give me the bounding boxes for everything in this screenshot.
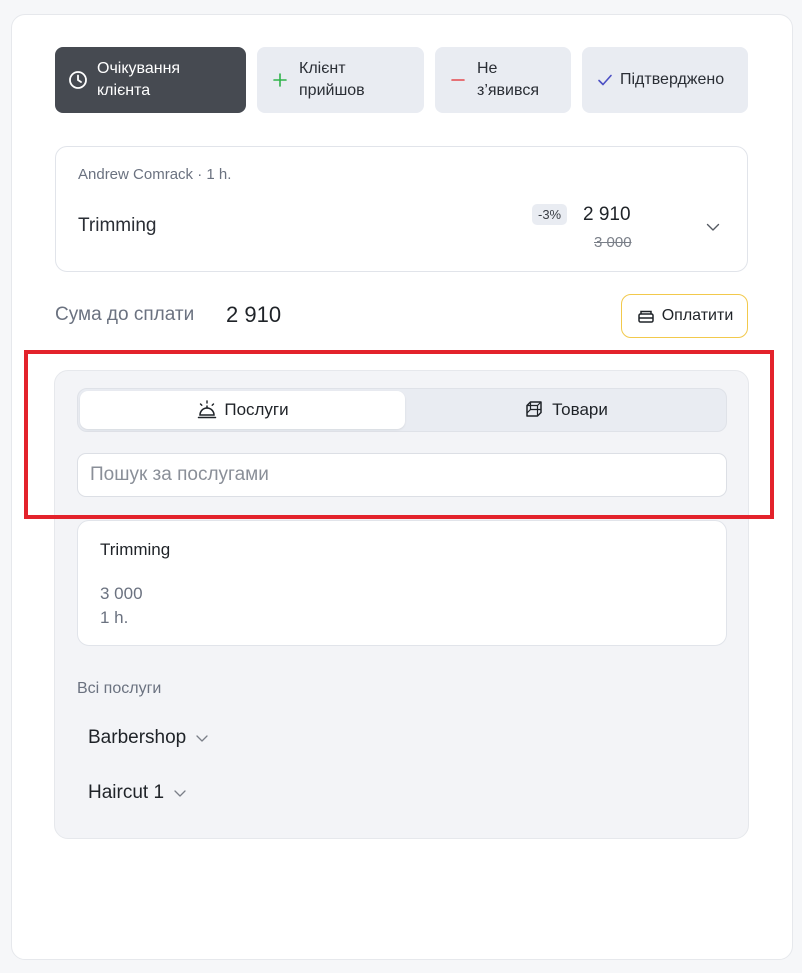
selected-service-card[interactable]: Andrew Comrack · 1 h. Trimming -3% 2 910… — [55, 146, 748, 272]
all-services-label: Всі послуги — [77, 680, 162, 697]
service-result-card[interactable]: Trimming 3 000 1 h. — [77, 520, 727, 646]
status-label: Клієнт прийшов — [299, 60, 365, 99]
tab-services[interactable]: Послуги — [80, 391, 405, 429]
category-haircut-1[interactable]: Haircut 1 — [88, 782, 187, 804]
category-barbershop[interactable]: Barbershop — [88, 727, 209, 749]
result-price: 3 000 — [100, 584, 143, 603]
tab-goods[interactable]: Товари — [407, 391, 725, 429]
status-button-arrived[interactable]: Клієнт прийшов — [257, 47, 424, 113]
category-label: Barbershop — [88, 727, 187, 748]
sum-label: Сума до сплати — [55, 304, 195, 325]
status-button-no-show[interactable]: Не з’явився — [435, 47, 571, 113]
service-price: 2 910 — [583, 204, 631, 225]
minus-icon — [447, 69, 469, 91]
status-button-confirmed[interactable]: Підтверджено — [582, 47, 748, 113]
result-duration: 1 h. — [100, 608, 129, 627]
chevron-down-icon — [195, 731, 209, 745]
search-input[interactable] — [77, 453, 727, 497]
chevron-down-icon[interactable] — [705, 219, 721, 235]
panel-tabs: Послуги Товари — [77, 388, 727, 432]
discount-badge: -3% — [532, 204, 568, 225]
pay-label: Оплатити — [661, 307, 734, 324]
plus-icon — [269, 69, 291, 91]
check-icon — [594, 69, 616, 91]
tab-label: Товари — [552, 400, 608, 419]
category-label: Haircut 1 — [88, 782, 165, 803]
status-label: Не з’явився — [477, 60, 539, 99]
sum-value: 2 910 — [226, 302, 282, 327]
payment-icon — [636, 306, 656, 326]
service-bell-icon — [196, 399, 218, 421]
status-label: Очікування клієнта — [97, 60, 181, 99]
box-icon — [524, 399, 546, 421]
result-name: Trimming — [100, 540, 171, 559]
services-panel: Послуги Товари Trimming 3 000 1 h. Всі п… — [54, 370, 749, 839]
status-button-waiting[interactable]: Очікування клієнта — [55, 47, 246, 113]
clock-icon — [67, 69, 89, 91]
service-meta: Andrew Comrack · 1 h. — [78, 166, 232, 183]
chevron-down-icon — [173, 786, 187, 800]
tab-label: Послуги — [224, 400, 289, 419]
service-old-price: 3 000 — [594, 234, 632, 251]
status-label: Підтверджено — [620, 71, 725, 88]
pay-button[interactable]: Оплатити — [621, 294, 748, 338]
service-name: Trimming — [78, 215, 157, 236]
